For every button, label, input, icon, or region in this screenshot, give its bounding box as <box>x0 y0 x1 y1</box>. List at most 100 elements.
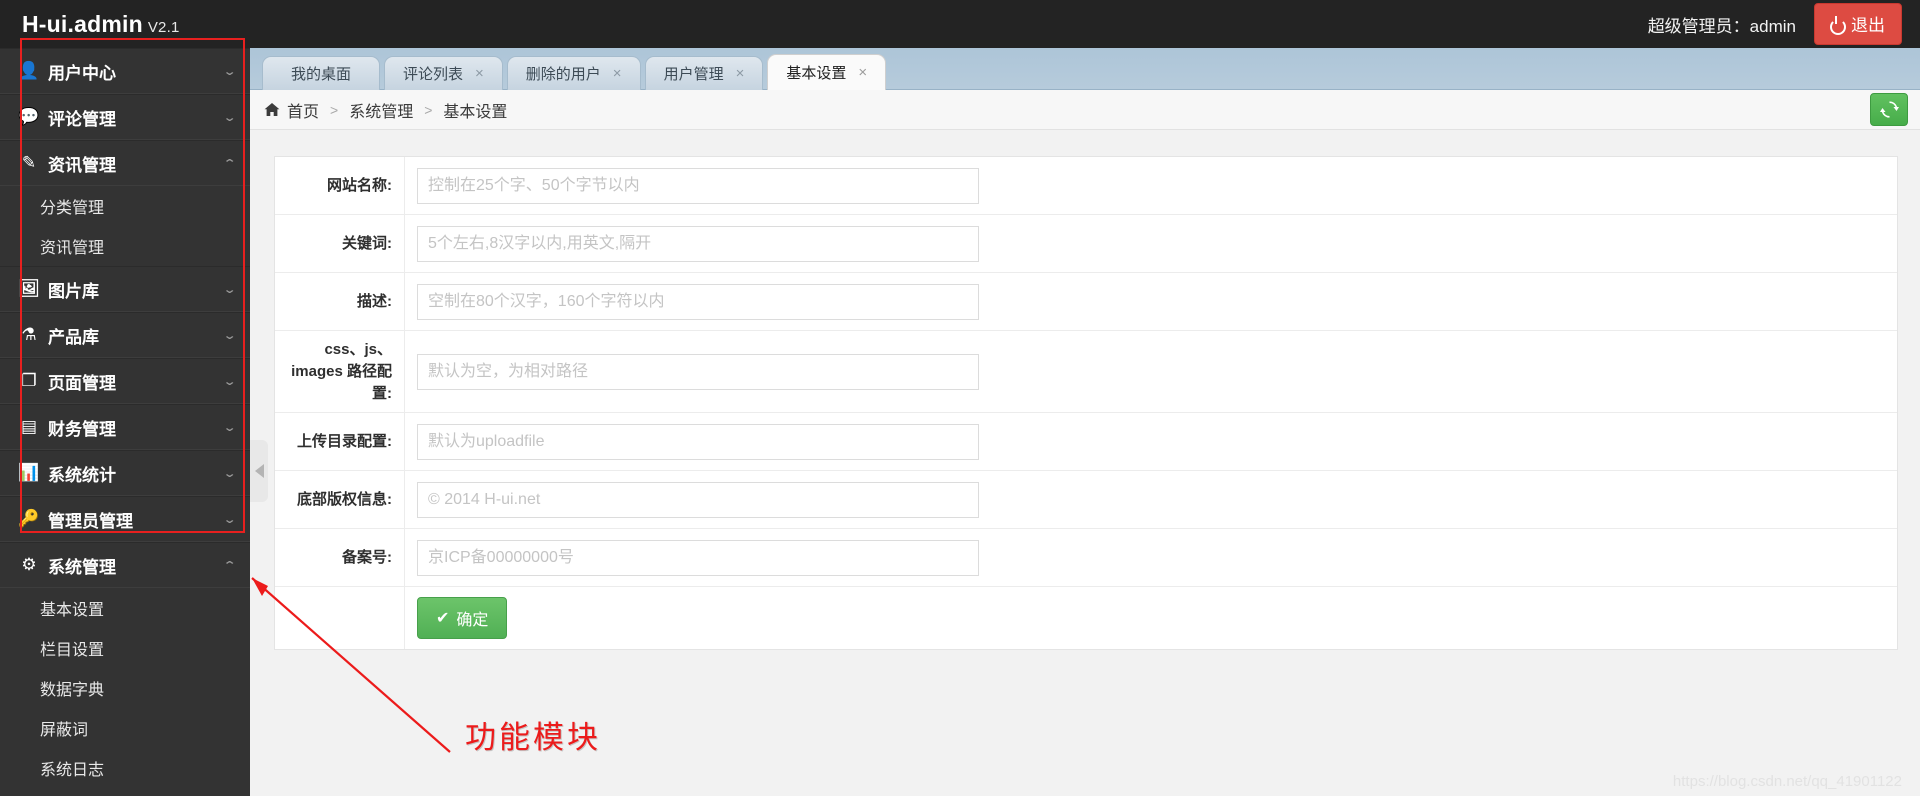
power-icon <box>1829 16 1846 35</box>
tab-3[interactable]: 用户管理 × <box>644 56 764 90</box>
sidebar-item-label: 管理员管理 <box>48 511 133 531</box>
submit-button-label: 确定 <box>456 612 489 630</box>
chevron-down-icon: ⌄ <box>222 467 237 480</box>
form-row-icp-number: 备案号: <box>275 529 1897 588</box>
breadcrumb-separator: > <box>424 101 433 118</box>
chevron-down-icon: ⌄ <box>222 421 237 434</box>
sidebar-subitem-9-2[interactable]: 数据字典 <box>0 668 250 708</box>
sidebar-subitem-9-4[interactable]: 系统日志 <box>0 748 250 788</box>
current-admin-label: 超级管理员：admin <box>1647 16 1796 36</box>
description-input[interactable] <box>417 283 979 320</box>
tab-close-icon[interactable]: × <box>475 66 484 81</box>
check-icon: ✔ <box>436 610 450 628</box>
sidebar-subitem-9-3[interactable]: 屏蔽词 <box>0 708 250 748</box>
sidebar-item-9[interactable]: ⚙ 系统管理 ⌃ <box>0 542 250 588</box>
sidebar-item-6[interactable]: ▤ 财务管理 ⌄ <box>0 404 250 450</box>
sidebar-subitem-2-0[interactable]: 分类管理 <box>0 186 250 226</box>
tab-label: 我的桌面 <box>290 66 351 83</box>
sidebar-item-3[interactable]: 🖼 图片库 ⌄ <box>0 266 250 312</box>
refresh-icon <box>1879 101 1899 118</box>
tab-label: 基本设置 <box>786 65 847 82</box>
field-wrap-keywords <box>405 215 1897 272</box>
form-row-upload-dir: 上传目录配置: <box>275 413 1897 472</box>
breadcrumb-bar: 首页 > 系统管理 > 基本设置 <box>250 90 1920 130</box>
logout-button[interactable]: 退出 <box>1814 3 1902 45</box>
sidebar-item-0[interactable]: 👤 用户中心 ⌄ <box>0 48 250 94</box>
sidebar-item-label: 用户中心 <box>48 63 116 83</box>
sidebar-submenu-2: 分类管理 资讯管理 <box>0 186 250 266</box>
sidebar-item-4[interactable]: ⚗ 产品库 ⌄ <box>0 312 250 358</box>
sidebar-collapse-handle[interactable] <box>250 440 268 502</box>
field-wrap-description <box>405 273 1897 330</box>
tab-4[interactable]: 基本设置 × <box>767 54 887 90</box>
submit-field-wrap: ✔ 确定 <box>405 587 1897 649</box>
flask-icon: ⚗ <box>21 325 37 344</box>
money-card-icon: ▤ <box>20 417 38 436</box>
chevron-left-icon <box>254 464 264 478</box>
tab-strip[interactable]: 我的桌面 评论列表 × 删除的用户 × 用户管理 × 基本设置 × <box>250 48 1920 90</box>
sidebar-nav[interactable]: 👤 用户中心 ⌄ 💬 评论管理 ⌄ ✎ 资讯管理 ⌃ 分类管理 资讯管理 🖼 图片库 ⌄ ⚗ 产品库 ⌄ ❐ 页面管… <box>0 48 250 796</box>
chevron-down-icon: ⌄ <box>222 65 237 78</box>
copy-page-icon: ❐ <box>21 371 37 390</box>
chevron-up-icon: ⌃ <box>222 559 237 572</box>
icp-number-input[interactable] <box>417 539 979 576</box>
home-icon <box>264 102 280 117</box>
tab-close-icon[interactable]: × <box>736 66 745 81</box>
sidebar-item-7[interactable]: 📊 系统统计 ⌄ <box>0 450 250 496</box>
tab-label: 评论列表 <box>403 66 464 83</box>
sidebar-item-5[interactable]: ❐ 页面管理 ⌄ <box>0 358 250 404</box>
breadcrumb-item-1[interactable]: 系统管理 <box>349 98 413 122</box>
sidebar-subitem-9-0[interactable]: 基本设置 <box>0 588 250 628</box>
gears-icon: ⚙ <box>21 555 37 574</box>
sidebar-item-2[interactable]: ✎ 资讯管理 ⌃ <box>0 140 250 186</box>
breadcrumb-item-2[interactable]: 基本设置 <box>443 98 507 122</box>
keywords-input[interactable] <box>417 225 979 262</box>
site-name-input[interactable] <box>417 167 979 204</box>
tab-1[interactable]: 评论列表 × <box>384 56 503 90</box>
user-icon: 👤 <box>18 61 40 80</box>
sidebar-item-label: 系统统计 <box>48 465 116 485</box>
settings-form: 网站名称:关键词:描述:css、js、images 路径配置:上传目录配置:底部… <box>274 156 1898 651</box>
admin-page: H-ui.admin V2.1 超级管理员：admin 退出 👤 用户中心 ⌄ 💬 评论管… <box>0 0 1920 796</box>
edit-square-icon: ✎ <box>21 153 37 172</box>
chevron-down-icon: ⌄ <box>222 329 237 342</box>
sidebar-item-label: 评论管理 <box>48 109 116 129</box>
tab-close-icon[interactable]: × <box>613 66 622 81</box>
field-wrap-copyright <box>405 471 1897 528</box>
image-icon: 🖼 <box>18 279 40 298</box>
tab-2[interactable]: 删除的用户 × <box>506 56 641 90</box>
submit-button[interactable]: ✔ 确定 <box>417 597 508 640</box>
sidebar-item-label: 系统管理 <box>48 557 116 577</box>
tab-label: 删除的用户 <box>525 66 601 83</box>
brand-logo[interactable]: H-ui.admin V2.1 <box>22 11 180 38</box>
breadcrumb-item-0[interactable]: 首页 <box>287 98 319 122</box>
assets-path-input[interactable] <box>417 353 979 390</box>
upload-dir-input[interactable] <box>417 423 979 460</box>
comment-icon: 💬 <box>18 107 40 126</box>
form-row-description: 描述: <box>275 273 1897 331</box>
refresh-button[interactable] <box>1870 93 1908 126</box>
key-icon: 🔑 <box>18 509 40 528</box>
sidebar-item-8[interactable]: 🔑 管理员管理 ⌄ <box>0 496 250 542</box>
copyright-input[interactable] <box>417 481 979 518</box>
sidebar-item-label: 财务管理 <box>48 419 116 439</box>
tab-0[interactable]: 我的桌面 <box>262 56 380 90</box>
field-wrap-icp-number <box>405 529 1897 586</box>
chevron-down-icon: ⌄ <box>222 375 237 388</box>
form-row-site-name: 网站名称: <box>275 157 1897 215</box>
chevron-down-icon: ⌄ <box>222 283 237 296</box>
breadcrumb-separator: > <box>330 101 339 118</box>
sidebar-subitem-2-1[interactable]: 资讯管理 <box>0 226 250 266</box>
form-row-assets-path: css、js、images 路径配置: <box>275 331 1897 414</box>
sidebar-item-1[interactable]: 💬 评论管理 ⌄ <box>0 94 250 140</box>
label-upload-dir: 上传目录配置: <box>275 413 405 471</box>
main-content: 我的桌面 评论列表 × 删除的用户 × 用户管理 × 基本设置 × 首页 > 系统管理 > 基本… <box>250 48 1920 796</box>
form-row-copyright: 底部版权信息: <box>275 471 1897 530</box>
sidebar-item-label: 产品库 <box>48 327 99 347</box>
sidebar-subitem-9-1[interactable]: 栏目设置 <box>0 628 250 668</box>
sidebar-item-label: 页面管理 <box>48 373 116 393</box>
label-description: 描述: <box>275 273 405 330</box>
field-wrap-upload-dir <box>405 413 1897 470</box>
sidebar-item-label: 图片库 <box>48 281 99 301</box>
tab-close-icon[interactable]: × <box>858 65 867 80</box>
